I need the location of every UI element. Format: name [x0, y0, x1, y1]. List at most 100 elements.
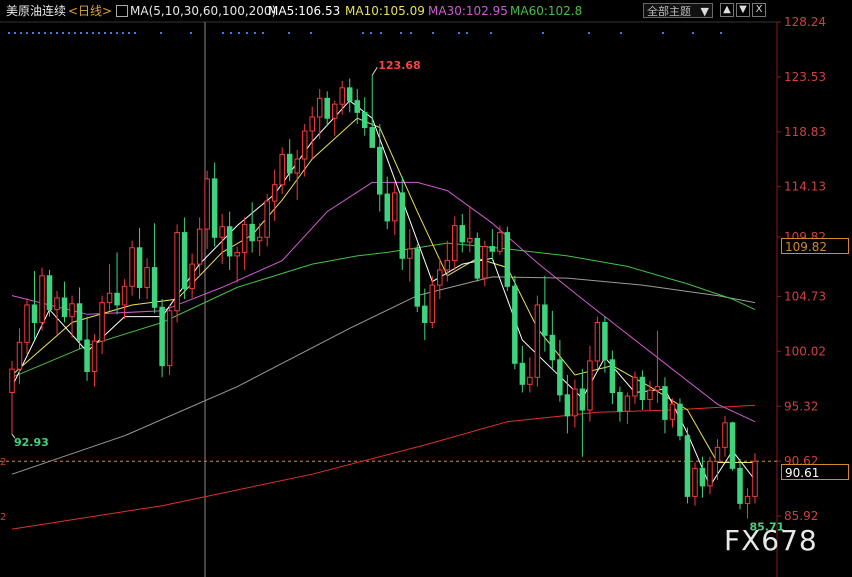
- event-marker: [98, 32, 100, 34]
- candle-body: [16, 341, 23, 370]
- candle-body: [707, 460, 713, 487]
- candle-body: [444, 260, 451, 271]
- candle-body: [744, 495, 751, 504]
- candle-body: [39, 275, 45, 323]
- candle-body: [54, 297, 60, 311]
- candle-body: [737, 467, 743, 504]
- candle-body: [159, 306, 165, 367]
- candle-body: [354, 100, 360, 113]
- candle-body: [256, 236, 263, 242]
- candle-body: [121, 285, 128, 306]
- candle-body: [617, 392, 623, 412]
- left-edge-mark: 2: [0, 512, 6, 523]
- candle-body: [361, 111, 368, 129]
- candle-body: [234, 251, 240, 257]
- event-marker: [116, 32, 118, 34]
- event-marker: [542, 32, 544, 34]
- candle-body: [519, 362, 526, 385]
- event-marker: [254, 32, 256, 34]
- candle-body: [226, 226, 233, 257]
- candle-body: [181, 232, 188, 290]
- candle-body: [482, 246, 488, 279]
- left-edge-mark: 2: [0, 457, 6, 468]
- candle-body: [654, 386, 661, 391]
- period-label[interactable]: <日线>: [68, 0, 112, 22]
- candle-body: [99, 302, 105, 342]
- candle-body: [24, 304, 30, 343]
- candle-body: [106, 292, 113, 304]
- move-up-button[interactable]: ▲: [720, 3, 734, 17]
- candle-body: [414, 248, 421, 307]
- ma-line-ma60: [11, 242, 756, 378]
- candle-body: [549, 334, 556, 361]
- candle-body: [587, 360, 593, 411]
- y-tick-label: 85.92: [784, 509, 818, 523]
- symbol-name: 美原油连续: [6, 4, 67, 18]
- candle-body: [61, 297, 68, 318]
- candle-body: [504, 232, 511, 287]
- candle-body: [211, 178, 218, 238]
- event-marker: [14, 32, 16, 34]
- watermark-logo: FX678: [724, 524, 818, 557]
- candle-body: [294, 158, 300, 174]
- event-marker: [134, 32, 136, 34]
- event-marker: [380, 32, 382, 34]
- event-marker: [662, 32, 664, 34]
- candle-body: [144, 267, 150, 288]
- ma30-value: MA30:102.95: [428, 4, 508, 18]
- candle-body: [459, 225, 466, 243]
- event-marker: [310, 32, 312, 34]
- current-price-box: 90.61: [781, 464, 849, 480]
- ma-line-ma200: [11, 404, 756, 530]
- candle-body: [624, 395, 631, 412]
- candle-body: [331, 103, 338, 119]
- event-marker: [110, 32, 112, 34]
- event-marker: [44, 32, 46, 34]
- event-marker: [246, 32, 248, 34]
- event-marker: [26, 32, 28, 34]
- candle-body: [557, 359, 563, 396]
- candle-body: [647, 389, 653, 401]
- candle-body: [91, 340, 98, 372]
- event-marker: [362, 32, 364, 34]
- candle-body: [594, 321, 601, 362]
- event-marker: [38, 32, 40, 34]
- candle-body: [346, 87, 353, 102]
- event-marker: [458, 32, 460, 34]
- event-marker: [692, 32, 694, 34]
- candle-body: [729, 422, 736, 469]
- candle-body: [84, 339, 90, 372]
- indicator-icon[interactable]: [116, 5, 128, 17]
- event-marker: [466, 32, 468, 34]
- close-button[interactable]: X: [752, 3, 766, 17]
- event-marker: [56, 32, 58, 34]
- candle-body: [309, 116, 315, 132]
- candle-body: [677, 403, 683, 437]
- candle-body: [392, 192, 398, 222]
- y-tick-label: 95.32: [784, 399, 818, 413]
- candle-body: [264, 200, 270, 238]
- candle-body: [722, 422, 728, 448]
- theme-selector[interactable]: 全部主题 ▼: [643, 3, 713, 18]
- candle-body: [76, 303, 83, 341]
- event-marker: [62, 32, 64, 34]
- candle-body: [609, 359, 616, 394]
- candlestick-chart[interactable]: 128.24123.53118.83114.13109.82104.73100.…: [0, 0, 852, 577]
- candle-body: [699, 467, 706, 487]
- candle-body: [31, 304, 38, 323]
- event-marker: [190, 32, 192, 34]
- candle-body: [189, 263, 195, 290]
- candle-body: [151, 267, 158, 308]
- candle-body: [512, 285, 518, 364]
- candle-body: [692, 467, 698, 497]
- candle-body: [196, 228, 203, 265]
- event-marker: [720, 32, 722, 34]
- candle-body: [534, 304, 541, 378]
- move-down-button[interactable]: ▼: [736, 3, 750, 17]
- candle-body: [399, 192, 406, 259]
- event-marker: [92, 32, 94, 34]
- candle-body: [752, 460, 758, 497]
- candle-body: [219, 226, 225, 238]
- candle-body: [639, 376, 646, 401]
- candle-body: [166, 310, 173, 367]
